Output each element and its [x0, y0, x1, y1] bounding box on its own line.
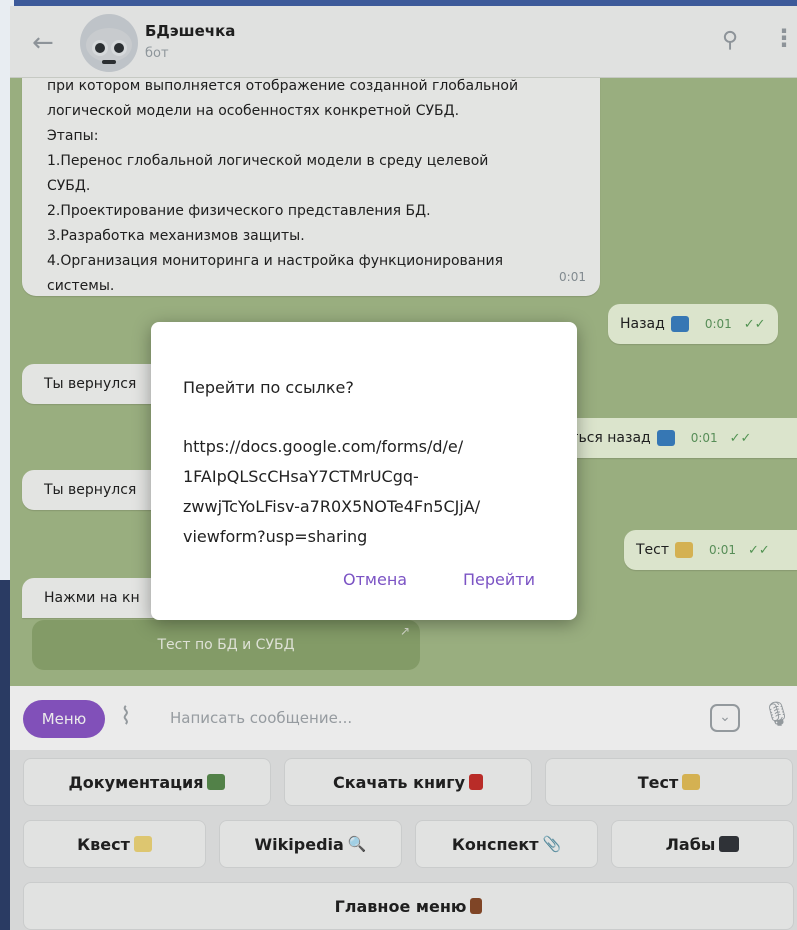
telegram-window: при котором выполняется отображение созд… [10, 6, 797, 930]
open-link-dialog: Перейти по ссылке? https://docs.google.c… [151, 322, 577, 620]
open-link-button[interactable]: Перейти [463, 570, 535, 589]
dialog-link-line: zwwjTcYoLFisv-a7R0X5NOTe4Fn5CJjA/ [183, 497, 481, 516]
cancel-button[interactable]: Отмена [343, 570, 407, 589]
dialog-title: Перейти по ссылке? [183, 378, 354, 397]
dialog-link-line: https://docs.google.com/forms/d/e/ [183, 437, 464, 456]
dialog-link-line: viewform?usp=sharing [183, 527, 368, 546]
dialog-link-url: https://docs.google.com/forms/d/e/ 1FAIp… [183, 432, 553, 552]
dialog-link-line: 1FAIpQLScCHsaY7CTMrUCgq- [183, 467, 419, 486]
